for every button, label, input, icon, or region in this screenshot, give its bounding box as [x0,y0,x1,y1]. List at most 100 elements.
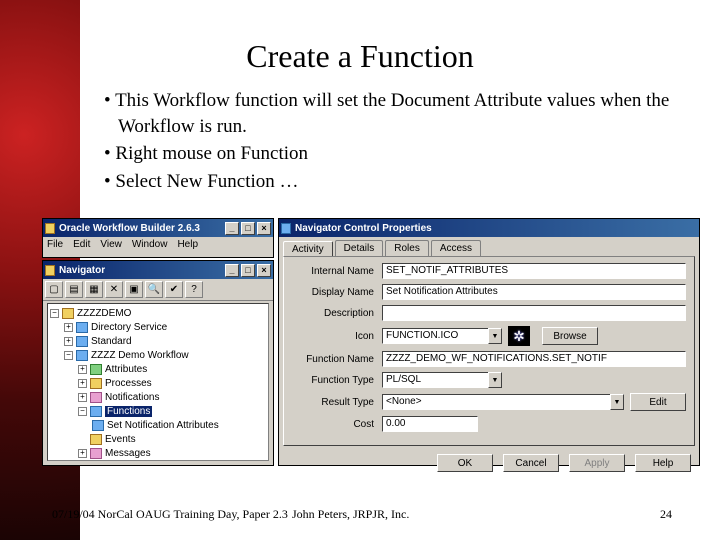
label-display-name: Display Name [292,287,382,298]
menu-view[interactable]: View [100,239,122,250]
label-function-type: Function Type [292,375,382,386]
find-icon[interactable]: 🔍 [145,281,163,298]
description-field[interactable] [382,305,686,321]
slide-footer: 07/19/04 NorCal OAUG Training Day, Paper… [52,507,692,522]
window-title: Navigator [59,265,105,276]
tab-details[interactable]: Details [335,240,384,256]
open-icon[interactable]: ▤ [65,281,83,298]
navigator-icon [45,265,55,276]
tree-root[interactable]: ZZZZDEMO [77,308,131,319]
tree-item[interactable]: Standard [91,336,132,347]
folder-icon [76,322,88,333]
attr-icon [90,364,102,375]
cancel-button[interactable]: Cancel [503,454,559,472]
tree-item[interactable]: ZZZZ Demo Workflow [91,350,189,361]
gear-icon: ✲ [513,328,525,345]
close-button[interactable]: × [257,222,271,235]
minimize-button[interactable]: _ [225,222,239,235]
props-icon [281,223,291,234]
expand-icon[interactable]: + [78,379,87,388]
icon-preview: ✲ [508,326,530,346]
menu-edit[interactable]: Edit [73,239,90,250]
navigator-toolbar: ▢ ▤ ▦ ✕ ▣ 🔍 ✔ ? [43,279,273,301]
label-description: Description [292,308,382,319]
window-title: Oracle Workflow Builder 2.6.3 [59,223,200,234]
label-cost: Cost [292,419,382,430]
tree-item[interactable]: Messages [105,448,151,459]
function-name-field[interactable]: ZZZZ_DEMO_WF_NOTIFICATIONS.SET_NOTIF [382,351,686,367]
collapse-icon[interactable]: − [78,407,87,416]
expand-icon[interactable]: + [78,365,87,374]
folder-icon [76,336,88,347]
bullet-item: This Workflow function will set the Docu… [90,88,710,139]
menu-help[interactable]: Help [177,239,198,250]
expand-icon[interactable]: + [78,393,87,402]
tree-item-functions[interactable]: Functions [105,406,152,417]
dropdown-icon[interactable]: ▼ [488,328,502,344]
tree-item[interactable]: Attributes [105,364,147,375]
workflow-builder-window: Oracle Workflow Builder 2.6.3 _ □ × File… [42,218,274,258]
navigator-window: Navigator _ □ × ▢ ▤ ▦ ✕ ▣ 🔍 ✔ ? − ZZZZDEM… [42,260,274,466]
browse-button[interactable]: Browse [542,327,598,345]
delete-icon[interactable]: ✕ [105,281,123,298]
function-type-field[interactable]: PL/SQL [382,372,488,388]
ok-button[interactable]: OK [437,454,493,472]
new-icon[interactable]: ▢ [45,281,63,298]
help-icon[interactable]: ? [185,281,203,298]
dropdown-icon[interactable]: ▼ [488,372,502,388]
tab-activity[interactable]: Activity [283,241,333,257]
slide-title: Create a Function [0,38,720,75]
minimize-button[interactable]: _ [225,264,239,277]
folder-icon [76,350,88,361]
tab-roles[interactable]: Roles [385,240,429,256]
close-button[interactable]: × [257,264,271,277]
apply-button[interactable]: Apply [569,454,625,472]
maximize-button[interactable]: □ [241,222,255,235]
collapse-icon[interactable]: − [50,309,59,318]
notif-icon [90,392,102,403]
tab-panel: Internal NameSET_NOTIF_ATTRIBUTES Displa… [283,256,695,446]
label-result-type: Result Type [292,397,382,408]
tree-item[interactable]: Directory Service [91,322,167,333]
label-function-name: Function Name [292,354,382,365]
display-name-field[interactable]: Set Notification Attributes [382,284,686,300]
window-title: Navigator Control Properties [295,223,432,234]
db-icon [62,308,74,319]
label-internal-name: Internal Name [292,266,382,277]
func-icon [90,406,102,417]
bullet-item: Right mouse on Function [90,141,710,167]
control-properties-window: Navigator Control Properties Activity De… [278,218,700,466]
func-icon [92,420,104,431]
titlebar[interactable]: Navigator _ □ × [43,261,273,279]
menu-window[interactable]: Window [132,239,168,250]
maximize-button[interactable]: □ [241,264,255,277]
verify-icon[interactable]: ✔ [165,281,183,298]
menubar: File Edit View Window Help [43,237,273,252]
expand-icon[interactable]: + [64,337,73,346]
navigator-tree[interactable]: − ZZZZDEMO + Directory Service + Standard −… [47,303,269,461]
tree-item[interactable]: Set Notification Attributes [107,420,219,431]
titlebar[interactable]: Navigator Control Properties [279,219,699,237]
bullet-item: Select New Function … [90,169,710,195]
result-type-field[interactable]: <None> [382,394,610,410]
internal-name-field[interactable]: SET_NOTIF_ATTRIBUTES [382,263,686,279]
tree-item[interactable]: Events [105,434,136,445]
dropdown-icon[interactable]: ▼ [610,394,624,410]
msg-icon [90,448,102,459]
titlebar[interactable]: Oracle Workflow Builder 2.6.3 _ □ × [43,219,273,237]
icon-field[interactable]: FUNCTION.ICO [382,328,488,344]
collapse-icon[interactable]: − [64,351,73,360]
menu-file[interactable]: File [47,239,63,250]
edit-button[interactable]: Edit [630,393,686,411]
tabs: Activity Details Roles Access [279,237,699,256]
help-button[interactable]: Help [635,454,691,472]
cost-field[interactable]: 0.00 [382,416,478,432]
footer-left: 07/19/04 NorCal OAUG Training Day, Paper… [52,507,292,522]
tree-item[interactable]: Processes [105,378,152,389]
tree-item[interactable]: Notifications [105,392,159,403]
props-icon[interactable]: ▣ [125,281,143,298]
expand-icon[interactable]: + [64,323,73,332]
save-icon[interactable]: ▦ [85,281,103,298]
tab-access[interactable]: Access [431,240,481,256]
expand-icon[interactable]: + [78,449,87,458]
